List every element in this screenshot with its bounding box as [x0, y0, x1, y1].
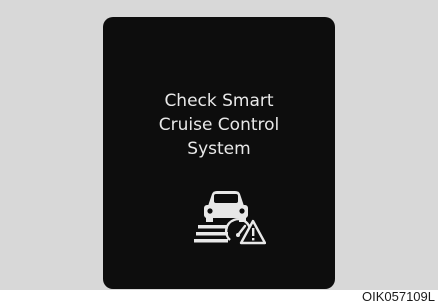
message-line-3: System [187, 139, 251, 159]
message-line-1: Check Smart [164, 91, 274, 111]
smart-cruise-control-warning-icon [194, 191, 266, 245]
message-line-2: Cruise Control [158, 115, 280, 135]
cluster-display: Check Smart Cruise Control System [103, 17, 335, 289]
figure-code: OIK057109L [361, 289, 435, 304]
warning-message: Check Smart Cruise Control System [103, 89, 335, 161]
